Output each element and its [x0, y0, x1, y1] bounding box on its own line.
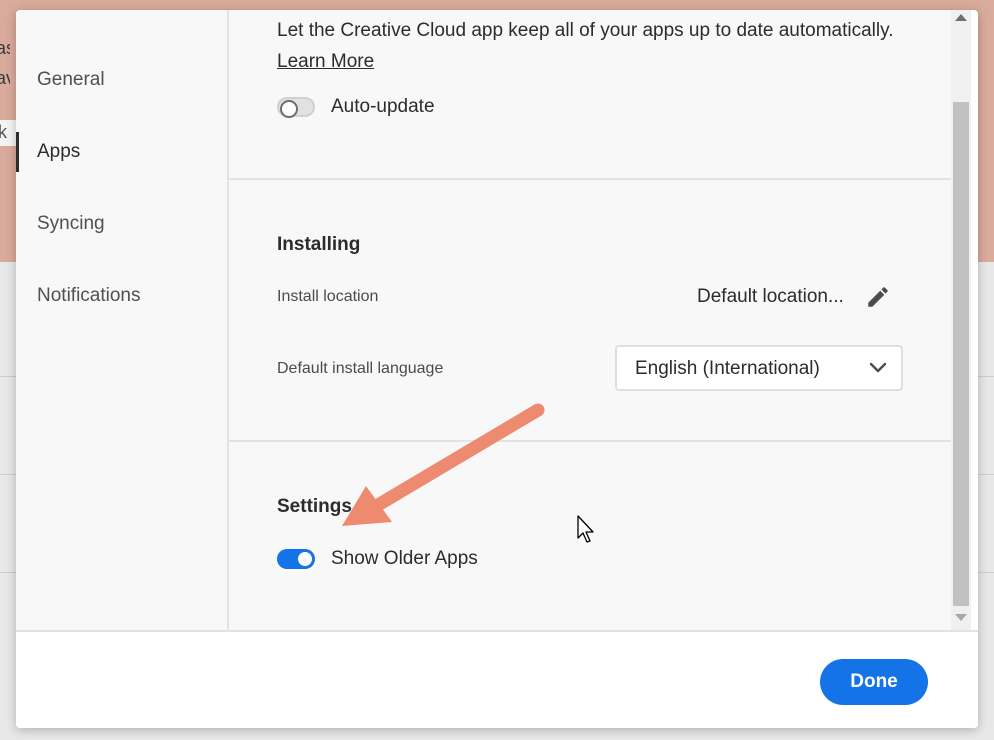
scroll-up-arrow-icon[interactable] — [955, 14, 967, 21]
background-text-fragment: ave — [0, 68, 10, 88]
content-scrollbar[interactable] — [951, 10, 971, 630]
show-older-apps-toggle[interactable] — [277, 549, 315, 569]
install-language-select[interactable]: English (International) — [615, 345, 903, 391]
auto-update-label: Auto-update — [331, 96, 435, 117]
section-divider — [229, 178, 951, 180]
background-divider — [978, 474, 994, 475]
sidebar-item-syncing[interactable]: Syncing — [16, 202, 227, 246]
chevron-down-icon — [869, 362, 887, 373]
section-divider — [229, 440, 951, 442]
settings-heading: Settings — [277, 496, 352, 517]
sidebar-item-label: General — [37, 69, 105, 90]
background-text-fragment: k — [0, 122, 7, 142]
install-language-label: Default install language — [277, 360, 444, 377]
apps-settings-panel: Let the Creative Cloud app keep all of y… — [229, 10, 951, 630]
install-location-value: Default location... — [697, 286, 844, 307]
sidebar-item-label: Syncing — [37, 213, 105, 234]
preferences-dialog: General Apps Syncing Notifications Let t… — [16, 10, 978, 728]
auto-update-toggle[interactable] — [277, 97, 315, 118]
background-field: k — [0, 120, 16, 146]
learn-more-link[interactable]: Learn More — [277, 51, 374, 73]
install-location-label: Install location — [277, 288, 379, 305]
scroll-thumb[interactable] — [953, 102, 969, 606]
background-divider — [978, 572, 994, 573]
background-divider — [0, 572, 16, 573]
sidebar-item-general[interactable]: General — [16, 58, 227, 102]
show-older-apps-label: Show Older Apps — [331, 548, 478, 569]
toggle-knob — [280, 100, 298, 118]
installing-heading: Installing — [277, 234, 361, 255]
toggle-knob — [298, 552, 312, 566]
preferences-sidebar: General Apps Syncing Notifications — [16, 10, 229, 630]
sidebar-item-label: Apps — [37, 141, 81, 162]
pencil-icon[interactable] — [865, 284, 891, 310]
background-text-fragment: ass — [0, 38, 10, 58]
install-language-value: English (International) — [635, 358, 820, 379]
background-divider — [0, 376, 16, 377]
auto-update-description: Let the Creative Cloud app keep all of y… — [277, 20, 894, 41]
background-divider — [0, 474, 16, 475]
sidebar-item-notifications[interactable]: Notifications — [16, 274, 227, 318]
done-button[interactable]: Done — [820, 659, 928, 705]
sidebar-item-apps[interactable]: Apps — [16, 130, 227, 174]
scroll-down-arrow-icon[interactable] — [955, 614, 967, 621]
dialog-footer: Done — [16, 630, 978, 728]
sidebar-item-label: Notifications — [37, 285, 141, 306]
background-divider — [978, 376, 994, 377]
